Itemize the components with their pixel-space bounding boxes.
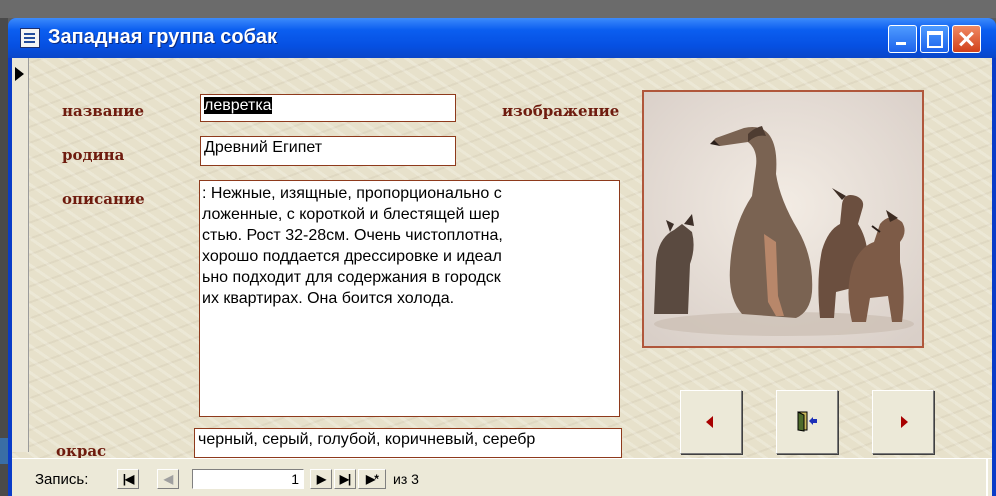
desktop-edge: [0, 18, 8, 496]
title-bar[interactable]: Западная группа собак: [8, 18, 996, 58]
desktop-edge-highlight: [0, 438, 8, 464]
label-description: описание: [62, 190, 145, 208]
next-record-nav-button[interactable]: ▶: [310, 469, 332, 489]
prev-record-nav-button[interactable]: ◀: [157, 469, 179, 489]
greyhound-dogs-image: [644, 92, 922, 346]
record-total-count: 3: [411, 471, 419, 487]
label-image: изображение: [502, 102, 620, 120]
close-button[interactable]: [952, 25, 981, 53]
name-field-value: левретка: [204, 97, 272, 114]
current-record-input[interactable]: 1: [192, 469, 304, 489]
first-record-button[interactable]: |◀: [117, 469, 139, 489]
current-record-arrow-icon: [15, 67, 24, 81]
door-exit-icon: [797, 411, 817, 432]
maximize-button[interactable]: [920, 25, 949, 53]
record-navigation-bar: Запись: |◀ ◀ 1 ▶ ▶| ▶* из 3: [12, 458, 992, 496]
desktop-background: [0, 0, 996, 18]
last-record-button[interactable]: ▶|: [334, 469, 356, 489]
form-icon[interactable]: [20, 28, 40, 48]
record-of-label: из: [393, 471, 408, 487]
status-divider: [986, 459, 988, 496]
previous-record-button[interactable]: [680, 390, 742, 454]
triangle-left-icon: [706, 416, 713, 428]
name-field[interactable]: левретка: [200, 94, 456, 122]
record-selector[interactable]: [12, 58, 29, 452]
triangle-right-icon: [901, 416, 908, 428]
close-form-button[interactable]: [776, 390, 838, 454]
dog-photo: [642, 90, 924, 348]
next-record-button[interactable]: [872, 390, 934, 454]
new-record-button[interactable]: ▶*: [358, 469, 386, 489]
window-title: Западная группа собак: [48, 26, 278, 48]
form-window: Западная группа собак название левретка …: [8, 18, 996, 496]
record-label: Запись:: [35, 471, 89, 488]
form-body: название левретка родина Древний Египет …: [12, 58, 992, 496]
color-field[interactable]: черный, серый, голубой, коричневый, сере…: [194, 428, 622, 458]
minimize-button[interactable]: [888, 25, 917, 53]
record-total: из 3: [393, 471, 419, 487]
label-name: название: [62, 102, 145, 120]
label-origin: родина: [62, 146, 125, 164]
origin-field[interactable]: Древний Египет: [200, 136, 456, 166]
description-field[interactable]: : Нежные, изящные, пропорционально с лож…: [199, 180, 620, 417]
